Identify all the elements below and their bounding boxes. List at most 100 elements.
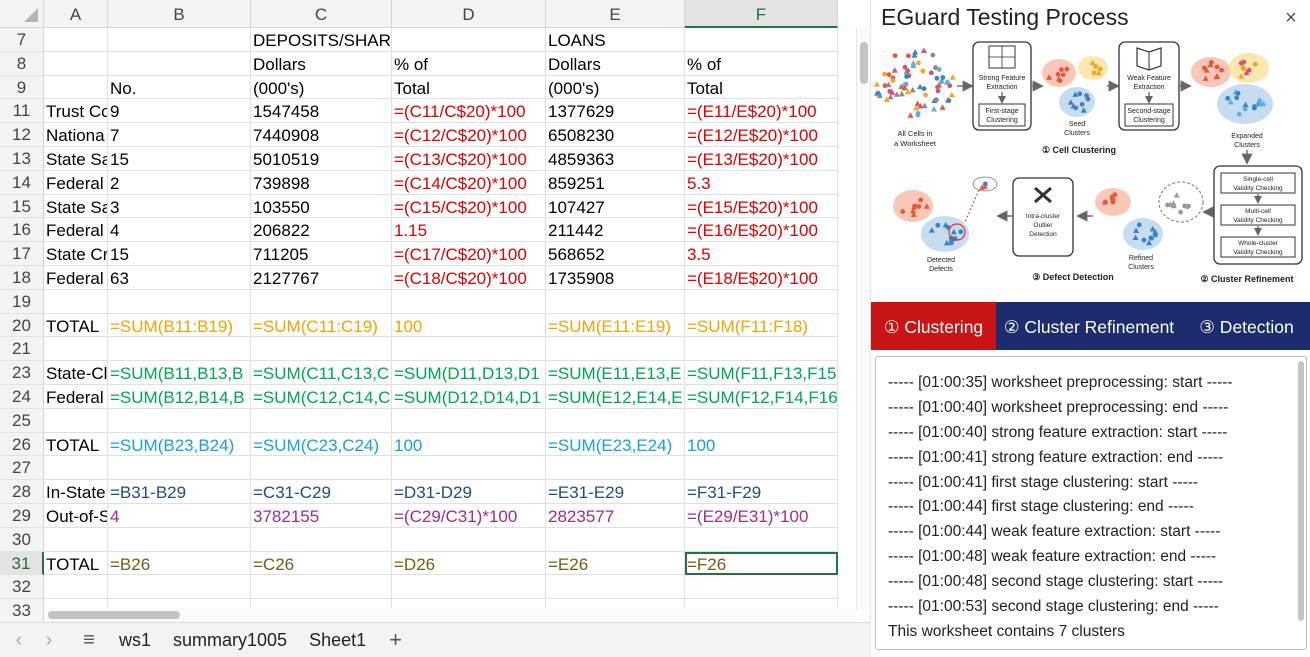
- cell-e20[interactable]: =SUM(E11:E19): [546, 313, 685, 338]
- cell-a21[interactable]: [44, 337, 108, 362]
- cell-d28[interactable]: =D31-D29: [392, 480, 546, 504]
- cell-a24[interactable]: Federal: [44, 384, 108, 409]
- cell-c8[interactable]: Dollars: [251, 51, 392, 76]
- cell-d27[interactable]: [392, 456, 546, 481]
- cell-f11[interactable]: =(E11/E$20)*100: [685, 99, 838, 124]
- vertical-scrollbar[interactable]: [856, 28, 870, 610]
- row-header-23[interactable]: 23: [0, 361, 44, 385]
- cell-c9[interactable]: (000's): [251, 75, 392, 100]
- cell-a16[interactable]: Federal: [44, 218, 108, 243]
- cell-d29[interactable]: =(C29/C31)*100: [392, 503, 546, 528]
- cell-d9[interactable]: Total: [392, 75, 546, 100]
- cell-b31[interactable]: =B26: [108, 551, 251, 576]
- cell-a27[interactable]: [44, 456, 108, 481]
- row-header-31[interactable]: 31: [0, 551, 44, 576]
- cell-b25[interactable]: [108, 408, 251, 433]
- cell-f15[interactable]: =(E15/E$20)*100: [685, 194, 838, 219]
- row-header-20[interactable]: 20: [0, 313, 44, 338]
- cell-c15[interactable]: 103550: [251, 194, 392, 219]
- cell-f28[interactable]: =F31-F29: [685, 480, 838, 504]
- cell-d15[interactable]: =(C15/C$20)*100: [392, 194, 546, 219]
- cell-f7[interactable]: [685, 28, 838, 52]
- cell-c28[interactable]: =C31-C29: [251, 480, 392, 504]
- cell-b28[interactable]: =B31-B29: [108, 480, 251, 504]
- cell-e24[interactable]: =SUM(E12,E14,E: [546, 384, 685, 409]
- cell-d30[interactable]: [392, 527, 546, 552]
- cell-f26[interactable]: 100: [685, 432, 838, 457]
- cell-a12[interactable]: Nationa: [44, 123, 108, 147]
- cell-f19[interactable]: [685, 289, 838, 314]
- row-header-30[interactable]: 30: [0, 527, 44, 552]
- cell-e29[interactable]: 2823577: [546, 503, 685, 528]
- cell-f17[interactable]: 3.5: [685, 242, 838, 266]
- cell-d12[interactable]: =(C12/C$20)*100: [392, 123, 546, 147]
- cell-e16[interactable]: 211442: [546, 218, 685, 243]
- cell-c14[interactable]: 739898: [251, 170, 392, 195]
- cell-d14[interactable]: =(C14/C$20)*100: [392, 170, 546, 195]
- cell-d19[interactable]: [392, 289, 546, 314]
- cell-c19[interactable]: [251, 289, 392, 314]
- cell-e25[interactable]: [546, 408, 685, 433]
- row-header-13[interactable]: 13: [0, 146, 44, 171]
- cell-c23[interactable]: =SUM(C11,C13,C: [251, 361, 392, 385]
- cell-b8[interactable]: [108, 51, 251, 76]
- cell-f31[interactable]: =F26: [685, 551, 838, 576]
- cell-c11[interactable]: 1547458: [251, 99, 392, 124]
- row-header-25[interactable]: 25: [0, 408, 44, 433]
- row-header-14[interactable]: 14: [0, 170, 44, 195]
- cell-e11[interactable]: 1377629: [546, 99, 685, 124]
- cell-d25[interactable]: [392, 408, 546, 433]
- cell-b18[interactable]: 63: [108, 265, 251, 290]
- cell-d11[interactable]: =(C11/C$20)*100: [392, 99, 546, 124]
- cell-e23[interactable]: =SUM(E11,E13,E: [546, 361, 685, 385]
- cell-f21[interactable]: [685, 337, 838, 362]
- row-header-26[interactable]: 26: [0, 432, 44, 457]
- cell-c25[interactable]: [251, 408, 392, 433]
- horizontal-scrollbar-thumb[interactable]: [48, 611, 180, 619]
- sheet-tab-sheet1[interactable]: Sheet1: [298, 630, 377, 651]
- cell-a32[interactable]: [44, 575, 108, 600]
- cell-c18[interactable]: 2127767: [251, 265, 392, 290]
- row-header-15[interactable]: 15: [0, 194, 44, 219]
- sheet-tab-ws1[interactable]: ws1: [108, 630, 162, 651]
- cell-e18[interactable]: 1735908: [546, 265, 685, 290]
- cell-b9[interactable]: No.: [108, 75, 251, 100]
- log-scrollbar-thumb[interactable]: [1298, 361, 1304, 621]
- cell-b19[interactable]: [108, 289, 251, 314]
- row-header-33[interactable]: 33: [0, 599, 44, 623]
- cell-a17[interactable]: State Cr: [44, 242, 108, 266]
- cell-d13[interactable]: =(C13/C$20)*100: [392, 146, 546, 171]
- sheet-tab-summary1005[interactable]: summary1005: [162, 630, 298, 651]
- row-header-16[interactable]: 16: [0, 218, 44, 243]
- cell-e28[interactable]: =E31-E29: [546, 480, 685, 504]
- close-icon[interactable]: ×: [1281, 7, 1301, 30]
- cell-a30[interactable]: [44, 527, 108, 552]
- vertical-scrollbar-thumb[interactable]: [860, 42, 868, 84]
- cell-f13[interactable]: =(E13/E$20)*100: [685, 146, 838, 171]
- row-header-19[interactable]: 19: [0, 289, 44, 314]
- cell-c12[interactable]: 7440908: [251, 123, 392, 147]
- tab-detection[interactable]: ③ Detection: [1182, 302, 1310, 350]
- row-header-27[interactable]: 27: [0, 456, 44, 481]
- cell-a7[interactable]: [44, 28, 108, 52]
- cell-b29[interactable]: 4: [108, 503, 251, 528]
- cell-f9[interactable]: Total: [685, 75, 838, 100]
- tab-clustering[interactable]: ① Clustering: [871, 302, 996, 350]
- row-header-9[interactable]: 9: [0, 75, 44, 100]
- cell-d16[interactable]: 1.15: [392, 218, 546, 243]
- cell-d21[interactable]: [392, 337, 546, 362]
- cell-f18[interactable]: =(E18/E$20)*100: [685, 265, 838, 290]
- cell-f8[interactable]: % of: [685, 51, 838, 76]
- cell-b17[interactable]: 15: [108, 242, 251, 266]
- cell-a8[interactable]: [44, 51, 108, 76]
- cell-e26[interactable]: =SUM(E23,E24): [546, 432, 685, 457]
- cell-e14[interactable]: 859251: [546, 170, 685, 195]
- cell-a9[interactable]: [44, 75, 108, 100]
- cell-b15[interactable]: 3: [108, 194, 251, 219]
- cell-b27[interactable]: [108, 456, 251, 481]
- cell-f14[interactable]: 5.3: [685, 170, 838, 195]
- plus-icon[interactable]: +: [377, 627, 414, 653]
- cell-f30[interactable]: [685, 527, 838, 552]
- log-output[interactable]: ----- [01:00:35] worksheet preprocessing…: [875, 356, 1307, 650]
- cell-f29[interactable]: =(E29/E31)*100: [685, 503, 838, 528]
